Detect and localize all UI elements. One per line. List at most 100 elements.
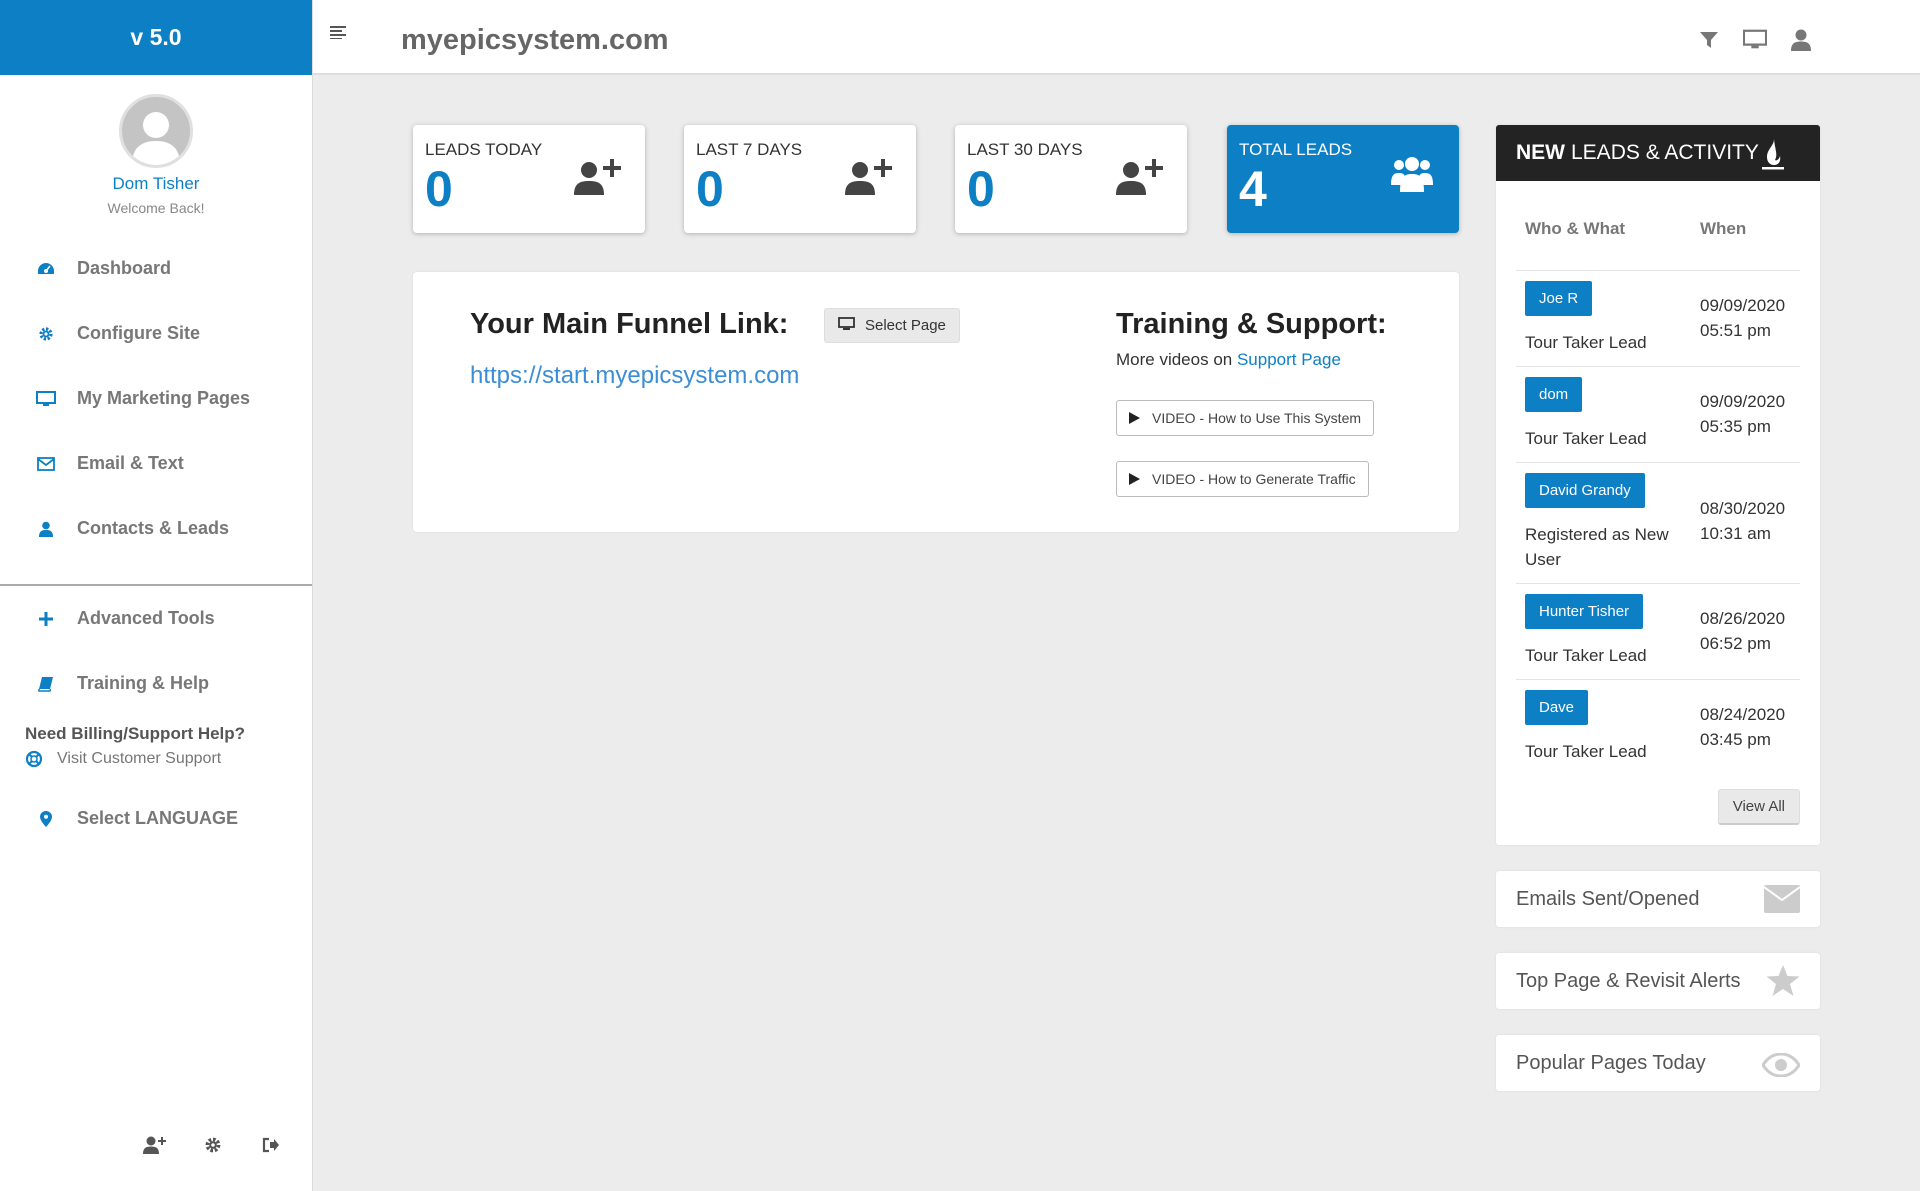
select-page-button[interactable]: Select Page bbox=[824, 308, 960, 343]
video-how-to-use-button[interactable]: VIDEO - How to Use This System bbox=[1116, 400, 1375, 436]
top-icons bbox=[1697, 28, 1813, 52]
stat-last-7-days[interactable]: LAST 7 DAYS 0 bbox=[684, 125, 916, 233]
select-language-label: Select LANGUAGE bbox=[77, 808, 239, 828]
user-icon[interactable] bbox=[1789, 28, 1813, 52]
dashboard-icon bbox=[36, 259, 56, 279]
funnel-title: Your Main Funnel Link: bbox=[470, 308, 789, 340]
add-user-icon[interactable] bbox=[143, 1134, 167, 1156]
user-icon bbox=[36, 519, 56, 539]
lead-activity: Registered as New User bbox=[1525, 525, 1669, 569]
sidebar-item-label: Dashboard bbox=[77, 258, 172, 278]
book-icon bbox=[36, 674, 56, 694]
lead-name-button[interactable]: David Grandy bbox=[1525, 473, 1645, 508]
view-all-button[interactable]: View All bbox=[1717, 789, 1800, 825]
sidebar-item-email-text[interactable]: Email & Text bbox=[0, 431, 312, 496]
top-page-revisit-card[interactable]: Top Page & Revisit Alerts bbox=[1496, 953, 1820, 1009]
popular-pages-card[interactable]: Popular Pages Today bbox=[1496, 1035, 1820, 1091]
stat-total-leads[interactable]: TOTAL LEADS 4 bbox=[1227, 125, 1459, 233]
leads-panel-header: NEW LEADS & ACTIVITY bbox=[1496, 125, 1820, 181]
add-user-icon bbox=[1115, 157, 1165, 200]
visit-support-label: Visit Customer Support bbox=[57, 750, 222, 767]
avatar-person-icon bbox=[132, 112, 180, 165]
lead-row: Joe R Tour Taker Lead 09/09/2020 05:51 p… bbox=[1516, 271, 1800, 367]
lead-when: 09/09/2020 05:51 pm bbox=[1700, 293, 1785, 343]
billing-help: Need Billing/Support Help? Visit Custome… bbox=[0, 724, 312, 768]
profile-name[interactable]: Dom Tisher bbox=[0, 174, 312, 194]
lead-time: 06:52 pm bbox=[1700, 634, 1771, 653]
lead-when: 08/30/2020 10:31 am bbox=[1700, 496, 1785, 546]
version-label: v 5.0 bbox=[0, 0, 312, 75]
sidebar-item-training-help[interactable]: Training & Help bbox=[0, 651, 312, 716]
lead-activity: Tour Taker Lead bbox=[1525, 742, 1647, 761]
lead-time: 03:45 pm bbox=[1700, 730, 1771, 749]
video-label: VIDEO - How to Generate Traffic bbox=[1152, 471, 1356, 487]
visit-support-link[interactable]: Visit Customer Support bbox=[25, 750, 312, 768]
sidebar-nav: Dashboard Configure Site My Marketing Pa… bbox=[0, 236, 312, 561]
sidebar-item-marketing-pages[interactable]: My Marketing Pages bbox=[0, 366, 312, 431]
menu-toggle-icon[interactable] bbox=[330, 24, 348, 40]
profile-welcome: Welcome Back! bbox=[107, 200, 205, 216]
map-pin-icon bbox=[36, 809, 56, 829]
lead-date: 08/30/2020 bbox=[1700, 499, 1786, 518]
lead-date: 08/26/2020 bbox=[1700, 609, 1786, 628]
filter-icon[interactable] bbox=[1697, 28, 1721, 52]
sidebar-footer bbox=[0, 1134, 313, 1156]
lead-date: 08/24/2020 bbox=[1700, 705, 1786, 724]
add-user-icon bbox=[844, 157, 894, 200]
avatar[interactable] bbox=[119, 94, 193, 168]
funnel-link[interactable]: https://start.myepicsystem.com bbox=[470, 362, 799, 390]
stat-last-30-days[interactable]: LAST 30 DAYS 0 bbox=[955, 125, 1187, 233]
support-page-link[interactable]: Support Page bbox=[1237, 350, 1341, 369]
monitor-icon[interactable] bbox=[1743, 28, 1767, 52]
sidebar-item-configure-site[interactable]: Configure Site bbox=[0, 301, 312, 366]
lead-row: Dave Tour Taker Lead 08/24/2020 03:45 pm bbox=[1516, 680, 1800, 776]
lead-name-button[interactable]: Dave bbox=[1525, 690, 1589, 725]
col-when: When bbox=[1700, 219, 1747, 238]
sidebar-item-advanced-tools[interactable]: Advanced Tools bbox=[0, 586, 312, 651]
lifebuoy-icon bbox=[25, 750, 43, 768]
video-label: VIDEO - How to Use This System bbox=[1152, 410, 1362, 426]
logout-icon[interactable] bbox=[259, 1134, 283, 1156]
side-card-label: Top Page & Revisit Alerts bbox=[1516, 969, 1741, 992]
lead-activity: Tour Taker Lead bbox=[1525, 429, 1647, 448]
col-who-what: Who & What bbox=[1525, 219, 1626, 238]
lead-name-button[interactable]: dom bbox=[1525, 377, 1583, 412]
lead-activity: Tour Taker Lead bbox=[1525, 646, 1647, 665]
sidebar-item-contacts-leads[interactable]: Contacts & Leads bbox=[0, 496, 312, 561]
lead-date: 09/09/2020 bbox=[1700, 296, 1786, 315]
sidebar-item-label: Contacts & Leads bbox=[77, 518, 230, 538]
lead-name-button[interactable]: Joe R bbox=[1525, 281, 1593, 316]
new-leads-panel: NEW LEADS & ACTIVITY Who & What When Joe… bbox=[1496, 125, 1820, 845]
training-sub-prefix: More videos on bbox=[1116, 350, 1237, 369]
sidebar-item-label: Training & Help bbox=[77, 673, 210, 693]
monitor-icon bbox=[838, 316, 855, 335]
sidebar-item-label: Configure Site bbox=[77, 323, 201, 343]
lead-when: 08/24/2020 03:45 pm bbox=[1700, 702, 1785, 752]
fire-icon bbox=[1760, 138, 1786, 176]
leads-title-rest: LEADS & ACTIVITY bbox=[1571, 141, 1759, 164]
lead-time: 05:35 pm bbox=[1700, 417, 1771, 436]
sidebar-item-label: Email & Text bbox=[77, 453, 184, 473]
leads-table-header: Who & What When bbox=[1516, 181, 1800, 271]
lead-row: David Grandy Registered as New User 08/3… bbox=[1516, 463, 1800, 584]
sidebar-item-label: Advanced Tools bbox=[77, 608, 215, 628]
funnel-panel: Your Main Funnel Link: Select Page https… bbox=[413, 272, 1459, 532]
gear-icon[interactable] bbox=[201, 1134, 225, 1156]
gear-icon bbox=[36, 324, 56, 344]
billing-title: Need Billing/Support Help? bbox=[25, 724, 246, 743]
stat-leads-today[interactable]: LEADS TODAY 0 bbox=[413, 125, 645, 233]
lead-name-button[interactable]: Hunter Tisher bbox=[1525, 594, 1644, 629]
training-title: Training & Support: bbox=[1116, 308, 1387, 340]
play-icon bbox=[1129, 473, 1140, 485]
video-generate-traffic-button[interactable]: VIDEO - How to Generate Traffic bbox=[1116, 461, 1369, 497]
select-language[interactable]: Select LANGUAGE bbox=[0, 786, 312, 851]
monitor-icon bbox=[36, 389, 56, 409]
lead-row: dom Tour Taker Lead 09/09/2020 05:35 pm bbox=[1516, 367, 1800, 463]
sidebar-item-dashboard[interactable]: Dashboard bbox=[0, 236, 312, 301]
lead-when: 08/26/2020 06:52 pm bbox=[1700, 606, 1785, 656]
side-card-label: Emails Sent/Opened bbox=[1516, 887, 1700, 910]
sidebar: v 5.0 Dom Tisher Welcome Back! Dashboard… bbox=[0, 0, 313, 1191]
side-card-label: Popular Pages Today bbox=[1516, 1051, 1706, 1074]
users-group-icon bbox=[1391, 155, 1433, 198]
emails-sent-opened-card[interactable]: Emails Sent/Opened bbox=[1496, 871, 1820, 927]
